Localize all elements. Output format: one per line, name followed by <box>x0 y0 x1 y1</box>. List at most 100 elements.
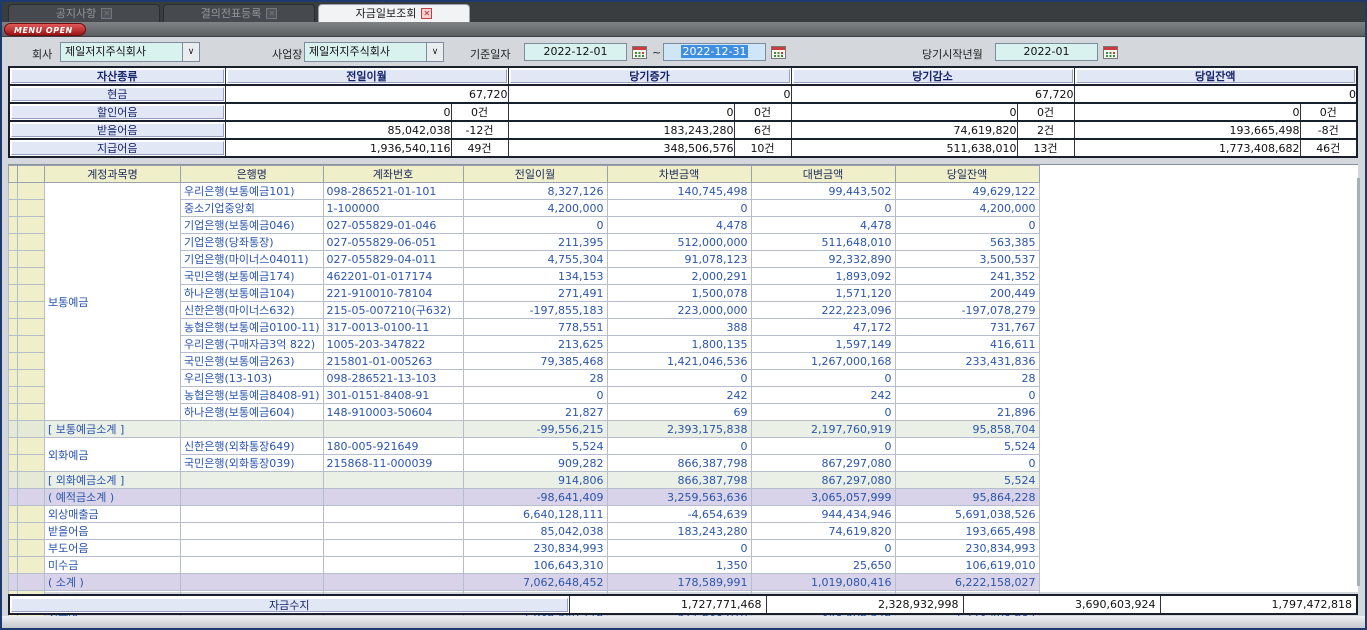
amount-cell[interactable]: 242 <box>607 387 751 404</box>
bank-name-cell[interactable]: 농협은행(보통예금0100-11) <box>181 319 324 336</box>
row-selector-cell[interactable] <box>18 217 45 234</box>
amount-cell[interactable]: 21,896 <box>895 404 1039 421</box>
tab-공지사항[interactable]: 공지사항✕ <box>8 4 160 22</box>
row-selector-cell[interactable] <box>18 183 45 200</box>
calendar-icon[interactable] <box>771 44 786 59</box>
bank-name-cell[interactable]: 우리은행(구매자금3억 822) <box>181 336 324 353</box>
company-select[interactable]: 제일저지주식회사 ∨ <box>60 42 200 62</box>
period-start-input[interactable]: 2022-01 <box>995 43 1098 61</box>
row-selector-cell[interactable] <box>18 506 45 523</box>
row-indicator-cell[interactable] <box>9 540 18 557</box>
base-date-to-input[interactable]: 2022-12-31 <box>663 43 766 61</box>
bank-name-cell[interactable]: 기업은행(보통예금046) <box>181 217 324 234</box>
amount-cell[interactable]: 28 <box>463 370 607 387</box>
calendar-icon[interactable] <box>632 44 647 59</box>
row-selector-cell[interactable] <box>18 574 45 591</box>
amount-cell[interactable]: 211,395 <box>463 234 607 251</box>
chevron-down-icon[interactable]: ∨ <box>426 43 443 61</box>
amount-cell[interactable]: 867,297,080 <box>751 455 895 472</box>
amount-cell[interactable]: 0 <box>895 455 1039 472</box>
amount-cell[interactable]: 183,243,280 <box>607 523 751 540</box>
row-indicator-cell[interactable] <box>9 574 18 591</box>
amount-cell[interactable]: 2,393,175,838 <box>607 421 751 438</box>
amount-cell[interactable]: 0 <box>751 200 895 217</box>
row-indicator-cell[interactable] <box>9 336 18 353</box>
amount-cell[interactable]: 6,222,158,027 <box>895 574 1039 591</box>
bank-name-cell[interactable]: 기업은행(당좌통장) <box>181 234 324 251</box>
row-indicator-cell[interactable] <box>9 455 18 472</box>
amount-cell[interactable]: 0 <box>607 200 751 217</box>
amount-cell[interactable]: 4,755,304 <box>463 251 607 268</box>
amount-cell[interactable]: 193,665,498 <box>895 523 1039 540</box>
amount-cell[interactable]: 92,332,890 <box>751 251 895 268</box>
amount-cell[interactable]: 230,834,993 <box>463 540 607 557</box>
account-number-cell[interactable]: 317-0013-0100-11 <box>323 319 463 336</box>
amount-cell[interactable]: 3,259,563,636 <box>607 489 751 506</box>
amount-cell[interactable]: 6,640,128,111 <box>463 506 607 523</box>
row-indicator-cell[interactable] <box>9 302 18 319</box>
menu-open-button[interactable]: MENU OPEN <box>4 23 86 36</box>
amount-cell[interactable]: 2,000,291 <box>607 268 751 285</box>
row-indicator-cell[interactable] <box>9 387 18 404</box>
bank-name-cell[interactable]: 중소기업중앙회 <box>181 200 324 217</box>
amount-cell[interactable]: 1,597,149 <box>751 336 895 353</box>
amount-cell[interactable]: 0 <box>751 404 895 421</box>
account-name-cell[interactable]: 외상매출금 <box>45 506 181 523</box>
amount-cell[interactable]: 5,524 <box>895 438 1039 455</box>
amount-cell[interactable]: 95,864,228 <box>895 489 1039 506</box>
amount-cell[interactable]: 866,387,798 <box>607 455 751 472</box>
amount-cell[interactable]: 1,571,120 <box>751 285 895 302</box>
bank-name-cell[interactable]: 우리은행(보통예금101) <box>181 183 324 200</box>
amount-cell[interactable]: 563,385 <box>895 234 1039 251</box>
account-number-cell[interactable] <box>323 472 463 489</box>
row-indicator-cell[interactable] <box>9 319 18 336</box>
amount-cell[interactable]: 944,434,946 <box>751 506 895 523</box>
amount-cell[interactable]: 69 <box>607 404 751 421</box>
account-number-cell[interactable] <box>323 421 463 438</box>
account-number-cell[interactable]: 148-910003-50604 <box>323 404 463 421</box>
amount-cell[interactable]: 5,691,038,526 <box>895 506 1039 523</box>
amount-cell[interactable]: 47,172 <box>751 319 895 336</box>
account-number-cell[interactable]: 098-286521-13-103 <box>323 370 463 387</box>
amount-cell[interactable]: -98,641,409 <box>463 489 607 506</box>
tab-자금일보조회[interactable]: 자금일보조회✕ <box>318 4 470 22</box>
amount-cell[interactable]: 7,062,648,452 <box>463 574 607 591</box>
amount-cell[interactable]: -4,654,639 <box>607 506 751 523</box>
row-selector-cell[interactable] <box>18 268 45 285</box>
bank-name-cell[interactable] <box>181 557 324 574</box>
bank-name-cell[interactable] <box>181 540 324 557</box>
amount-cell[interactable]: -197,078,279 <box>895 302 1039 319</box>
amount-cell[interactable]: 416,611 <box>895 336 1039 353</box>
account-number-cell[interactable] <box>323 523 463 540</box>
amount-cell[interactable]: 867,297,080 <box>751 472 895 489</box>
amount-cell[interactable]: 140,745,498 <box>607 183 751 200</box>
bank-name-cell[interactable] <box>181 506 324 523</box>
row-selector-cell[interactable] <box>18 540 45 557</box>
amount-cell[interactable]: 106,619,010 <box>895 557 1039 574</box>
account-number-cell[interactable]: 098-286521-01-101 <box>323 183 463 200</box>
account-number-cell[interactable]: 027-055829-01-046 <box>323 217 463 234</box>
account-number-cell[interactable] <box>323 506 463 523</box>
amount-cell[interactable]: 4,478 <box>607 217 751 234</box>
account-number-cell[interactable]: 027-055829-04-011 <box>323 251 463 268</box>
amount-cell[interactable]: 106,643,310 <box>463 557 607 574</box>
account-number-cell[interactable] <box>323 489 463 506</box>
row-selector-cell[interactable] <box>18 353 45 370</box>
amount-cell[interactable]: 0 <box>895 217 1039 234</box>
amount-cell[interactable]: -197,855,183 <box>463 302 607 319</box>
amount-cell[interactable]: 4,200,000 <box>463 200 607 217</box>
chevron-down-icon[interactable]: ∨ <box>182 43 199 61</box>
amount-cell[interactable]: 1,350 <box>607 557 751 574</box>
close-icon[interactable]: ✕ <box>421 8 432 19</box>
amount-cell[interactable]: 134,153 <box>463 268 607 285</box>
amount-cell[interactable]: 512,000,000 <box>607 234 751 251</box>
bank-name-cell[interactable]: 기업은행(마이너스04011) <box>181 251 324 268</box>
amount-cell[interactable]: 0 <box>463 217 607 234</box>
account-name-cell[interactable]: 부도어음 <box>45 540 181 557</box>
account-number-cell[interactable] <box>323 557 463 574</box>
account-number-cell[interactable]: 221-910010-78104 <box>323 285 463 302</box>
bank-name-cell[interactable] <box>181 421 324 438</box>
amount-cell[interactable]: 91,078,123 <box>607 251 751 268</box>
close-icon[interactable]: ✕ <box>101 8 112 19</box>
row-indicator-cell[interactable] <box>9 438 18 455</box>
